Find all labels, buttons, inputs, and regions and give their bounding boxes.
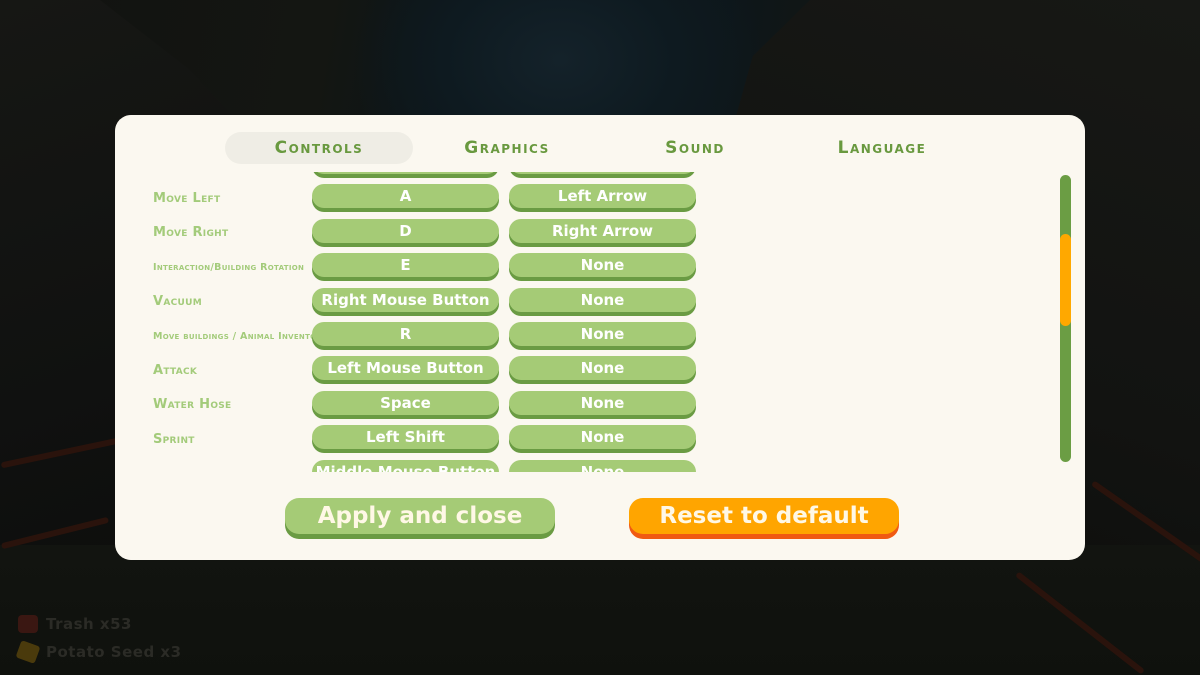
keybinding-row: Sprint Left Shift None (115, 425, 715, 453)
secondary-key-button[interactable]: None (509, 459, 696, 472)
secondary-key-button[interactable]: None (509, 287, 696, 312)
action-label: Interaction/Building Rotation (153, 261, 305, 273)
keybinding-row: Move Right D Right Arrow (115, 218, 715, 247)
action-label: Move Right (153, 225, 229, 241)
keybinding-row: Interaction/Building Rotation E None (115, 253, 715, 281)
scrollbar-thumb[interactable] (1060, 234, 1071, 326)
secondary-key-button[interactable]: None (509, 425, 696, 450)
tab-label: Graphics (464, 138, 550, 158)
secondary-key-button[interactable]: None (509, 390, 696, 415)
keybinding-row: Move Left A Left Arrow (115, 184, 715, 212)
primary-key-button[interactable]: R (312, 322, 499, 346)
inventory-hud: Trash x53 Potato Seed x3 (15, 610, 182, 666)
secondary-key-button[interactable]: None (509, 356, 696, 381)
primary-key-button[interactable]: S (312, 172, 499, 174)
apply-and-close-button[interactable]: Apply and close (285, 498, 555, 534)
secondary-key-button[interactable]: None (509, 322, 696, 346)
tab-language[interactable]: Language (788, 132, 976, 164)
scrollbar-track[interactable] (1060, 175, 1071, 462)
hud-item-label: Potato Seed x3 (46, 643, 182, 661)
tab-label: Sound (665, 138, 725, 158)
action-label: Sprint (153, 431, 195, 447)
keybinding-row: Attack Left Mouse Button None (115, 356, 715, 384)
action-label: Move Backward (153, 172, 256, 178)
keybinding-row: Move Backward S Down Arrow (115, 172, 715, 178)
primary-key-button[interactable]: Right Mouse Button (312, 287, 499, 312)
secondary-key-button[interactable]: Right Arrow (509, 218, 696, 243)
primary-key-button[interactable]: Left Shift (312, 425, 499, 450)
settings-panel: Controls Graphics Sound Language Move Ba… (115, 115, 1085, 560)
action-label: Water Hose (153, 397, 232, 413)
keybinding-row: Move buildings / Animal Inventory R None (115, 322, 715, 350)
hud-item-trash: Trash x53 (18, 610, 182, 638)
tab-graphics[interactable]: Graphics (413, 132, 601, 164)
keybinding-list[interactable]: Move Backward S Down Arrow Move Left A Left A… (115, 172, 1045, 472)
action-label: Vacuum (153, 294, 203, 310)
action-label: Move Left (153, 190, 221, 206)
primary-key-button[interactable]: Space (312, 390, 499, 415)
hud-item-potato-seed: Potato Seed x3 (15, 638, 182, 666)
trash-icon (18, 615, 38, 633)
reset-to-default-button[interactable]: Reset to default (629, 498, 899, 534)
primary-key-button[interactable]: D (312, 218, 499, 243)
keybinding-row: Vacuum Right Mouse Button None (115, 287, 715, 316)
action-label: Attack (153, 362, 198, 378)
settings-tabs: Controls Graphics Sound Language (225, 132, 1005, 164)
secondary-key-button[interactable]: Down Arrow (509, 172, 696, 174)
primary-key-button[interactable]: E (312, 253, 499, 278)
action-label: Move buildings / Animal Inventory (153, 330, 328, 342)
potato-seed-icon (15, 640, 41, 664)
secondary-key-button[interactable]: Left Arrow (509, 184, 696, 209)
secondary-key-button[interactable]: None (509, 253, 696, 278)
tab-label: Language (837, 138, 927, 158)
tab-label: Controls (274, 138, 364, 158)
keybinding-row: Water Hose Space None (115, 390, 715, 419)
tab-sound[interactable]: Sound (601, 132, 789, 164)
tab-controls[interactable]: Controls (225, 132, 413, 164)
hud-item-label: Trash x53 (46, 615, 132, 633)
primary-key-button[interactable]: Middle Mouse Button (312, 459, 499, 472)
keybinding-row: Middle Mouse Button None (115, 459, 715, 472)
primary-key-button[interactable]: Left Mouse Button (312, 356, 499, 381)
primary-key-button[interactable]: A (312, 184, 499, 209)
